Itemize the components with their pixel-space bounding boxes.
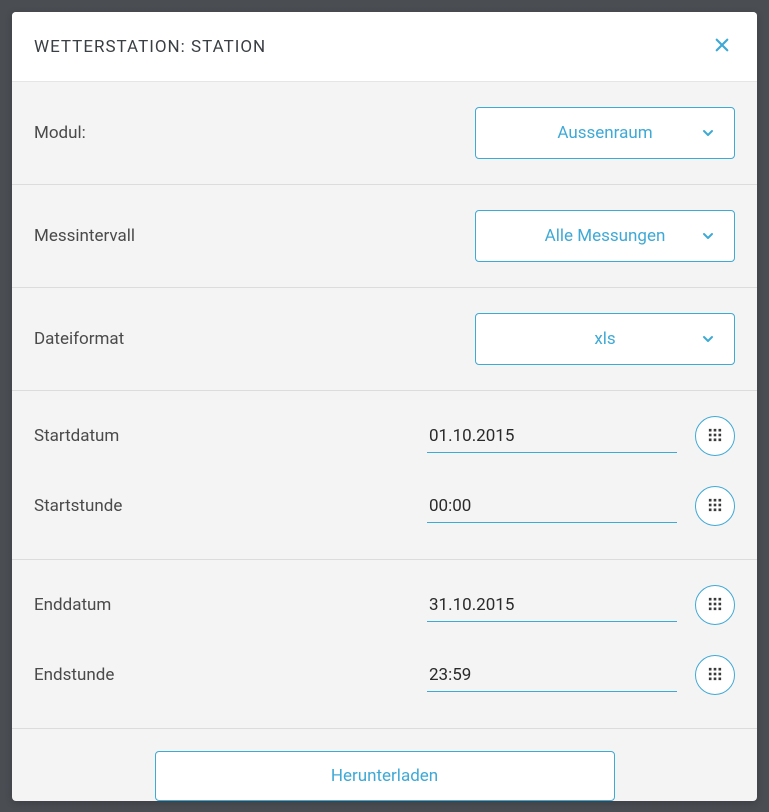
modal-title: WETTERSTATION: STATION [34, 37, 266, 57]
download-button[interactable]: Herunterladen [155, 751, 615, 801]
format-section: Dateiformat xls [12, 288, 757, 391]
grid-icon [708, 428, 722, 445]
close-icon [713, 36, 731, 57]
startdate-input[interactable] [427, 420, 677, 453]
grid-icon [708, 667, 722, 684]
starttime-input[interactable] [427, 490, 677, 523]
startdate-picker-button[interactable] [695, 416, 735, 456]
format-dropdown[interactable]: xls [475, 313, 735, 365]
end-section: Enddatum Endstunde [12, 560, 757, 729]
enddate-label: Enddatum [34, 595, 111, 615]
module-section: Modul: Aussenraum [12, 82, 757, 185]
endtime-label: Endstunde [34, 665, 114, 685]
chevron-down-icon [700, 331, 716, 347]
starttime-picker-button[interactable] [695, 486, 735, 526]
module-dropdown[interactable]: Aussenraum [475, 107, 735, 159]
interval-dropdown-value: Alle Messungen [545, 226, 666, 246]
endtime-picker-button[interactable] [695, 655, 735, 695]
starttime-label: Startstunde [34, 496, 122, 516]
module-dropdown-value: Aussenraum [557, 123, 652, 143]
module-label: Modul: [34, 123, 86, 143]
format-dropdown-value: xls [594, 329, 615, 349]
startdate-label: Startdatum [34, 426, 119, 446]
export-modal: WETTERSTATION: STATION Modul: Aussenraum [12, 12, 757, 801]
chevron-down-icon [700, 228, 716, 244]
grid-icon [708, 498, 722, 515]
close-button[interactable] [709, 32, 735, 61]
download-section: Herunterladen [12, 729, 757, 801]
grid-icon [708, 597, 722, 614]
enddate-input[interactable] [427, 589, 677, 622]
interval-dropdown[interactable]: Alle Messungen [475, 210, 735, 262]
enddate-picker-button[interactable] [695, 585, 735, 625]
interval-label: Messintervall [34, 226, 135, 246]
start-section: Startdatum Startstunde [12, 391, 757, 560]
modal-header: WETTERSTATION: STATION [12, 12, 757, 82]
endtime-input[interactable] [427, 659, 677, 692]
interval-section: Messintervall Alle Messungen [12, 185, 757, 288]
chevron-down-icon [700, 125, 716, 141]
format-label: Dateiformat [34, 329, 124, 349]
